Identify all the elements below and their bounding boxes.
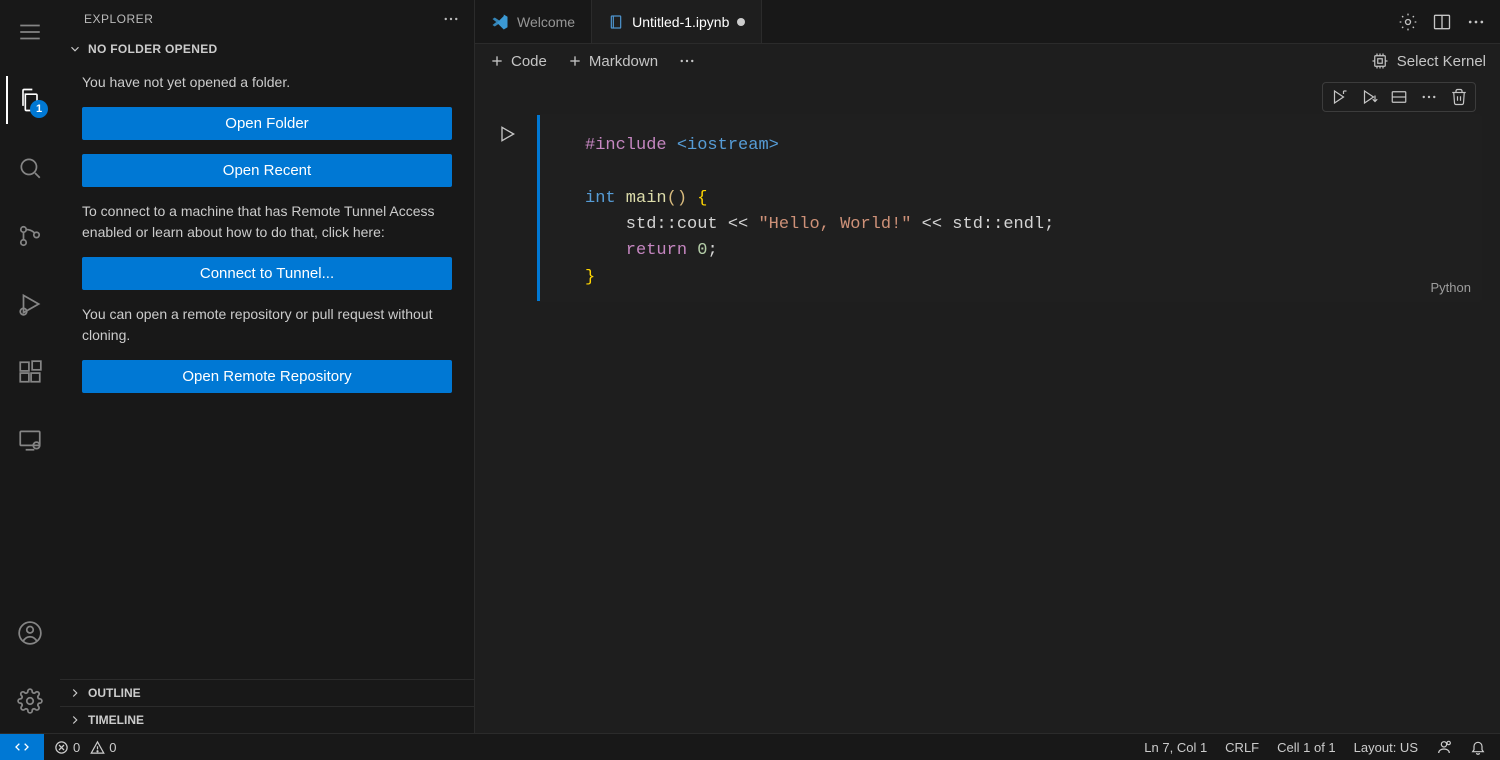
select-kernel-button[interactable]: Select Kernel xyxy=(1371,52,1486,70)
split-cell-icon[interactable] xyxy=(1387,85,1411,109)
remote-status-icon[interactable] xyxy=(0,734,44,760)
warnings-count: 0 xyxy=(109,740,116,755)
run-cell-icon[interactable] xyxy=(1327,85,1351,109)
extensions-icon[interactable] xyxy=(6,348,54,396)
open-folder-button[interactable]: Open Folder xyxy=(82,107,452,140)
cell-more-icon[interactable] xyxy=(1417,85,1441,109)
run-debug-icon[interactable] xyxy=(6,280,54,328)
tabbar: Welcome Untitled-1.ipynb xyxy=(475,0,1500,44)
tab-notebook-label: Untitled-1.ipynb xyxy=(632,14,729,30)
notebook-body: #include <iostream> int main() { std::co… xyxy=(475,112,1500,733)
add-code-button[interactable]: Code xyxy=(489,53,547,70)
activity-bar: 1 xyxy=(0,0,60,733)
outline-title: OUTLINE xyxy=(88,686,141,700)
section-title: NO FOLDER OPENED xyxy=(88,42,217,56)
remote-repo-text: You can open a remote repository or pull… xyxy=(82,304,452,346)
cell-language-label[interactable]: Python xyxy=(1431,280,1471,295)
menu-icon[interactable] xyxy=(6,8,54,56)
source-control-icon[interactable] xyxy=(6,212,54,260)
code-content[interactable]: #include <iostream> int main() { std::co… xyxy=(537,115,1481,301)
tab-welcome[interactable]: Welcome xyxy=(475,0,592,43)
connect-tunnel-button[interactable]: Connect to Tunnel... xyxy=(82,257,452,290)
remote-explorer-icon[interactable] xyxy=(6,416,54,464)
timeline-title: TIMELINE xyxy=(88,713,144,727)
timeline-section[interactable]: TIMELINE xyxy=(60,706,474,733)
status-layout[interactable]: Layout: US xyxy=(1354,740,1418,755)
notebook-toolbar: Code Markdown Select Kernel xyxy=(475,44,1500,78)
vscode-icon xyxy=(491,13,509,31)
settings-gear-icon[interactable] xyxy=(6,677,54,725)
add-markdown-button[interactable]: Markdown xyxy=(567,53,658,70)
editor-more-icon[interactable] xyxy=(1466,12,1486,32)
status-ln-col[interactable]: Ln 7, Col 1 xyxy=(1144,740,1207,755)
add-markdown-label: Markdown xyxy=(589,53,658,70)
status-bell-icon[interactable] xyxy=(1470,739,1486,755)
editor-settings-icon[interactable] xyxy=(1398,12,1418,32)
errors-count: 0 xyxy=(73,740,80,755)
outline-section[interactable]: OUTLINE xyxy=(60,679,474,706)
status-feedback-icon[interactable] xyxy=(1436,739,1452,755)
tunnel-text: To connect to a machine that has Remote … xyxy=(82,201,452,243)
cell-toolbar xyxy=(475,78,1500,112)
status-eol[interactable]: CRLF xyxy=(1225,740,1259,755)
status-bar: 0 0 Ln 7, Col 1 CRLF Cell 1 of 1 Layout:… xyxy=(0,733,1500,760)
sidebar-title: EXPLORER xyxy=(84,12,153,26)
explorer-badge: 1 xyxy=(30,100,48,118)
notebook-file-icon xyxy=(608,14,624,30)
accounts-icon[interactable] xyxy=(6,609,54,657)
sidebar-more-icon[interactable] xyxy=(442,10,460,28)
code-cell[interactable]: #include <iostream> int main() { std::co… xyxy=(535,114,1482,302)
status-cell[interactable]: Cell 1 of 1 xyxy=(1277,740,1336,755)
notebook-more-icon[interactable] xyxy=(678,52,696,70)
status-errors[interactable]: 0 xyxy=(54,740,80,755)
add-code-label: Code xyxy=(511,53,547,70)
split-editor-icon[interactable] xyxy=(1432,12,1452,32)
open-recent-button[interactable]: Open Recent xyxy=(82,154,452,187)
explorer-sidebar: EXPLORER NO FOLDER OPENED You have not y… xyxy=(60,0,475,733)
no-folder-section-header[interactable]: NO FOLDER OPENED xyxy=(60,38,474,60)
status-warnings[interactable]: 0 xyxy=(90,740,116,755)
search-icon[interactable] xyxy=(6,144,54,192)
editor-area: Welcome Untitled-1.ipynb xyxy=(475,0,1500,733)
delete-cell-icon[interactable] xyxy=(1447,85,1471,109)
unsaved-dot-icon xyxy=(737,18,745,26)
run-cell-gutter-icon[interactable] xyxy=(497,114,525,144)
no-folder-text: You have not yet opened a folder. xyxy=(82,72,452,93)
tab-welcome-label: Welcome xyxy=(517,14,575,30)
explorer-icon[interactable]: 1 xyxy=(6,76,54,124)
tab-notebook[interactable]: Untitled-1.ipynb xyxy=(592,0,762,43)
select-kernel-label: Select Kernel xyxy=(1397,53,1486,70)
open-remote-repo-button[interactable]: Open Remote Repository xyxy=(82,360,452,393)
run-below-icon[interactable] xyxy=(1357,85,1381,109)
